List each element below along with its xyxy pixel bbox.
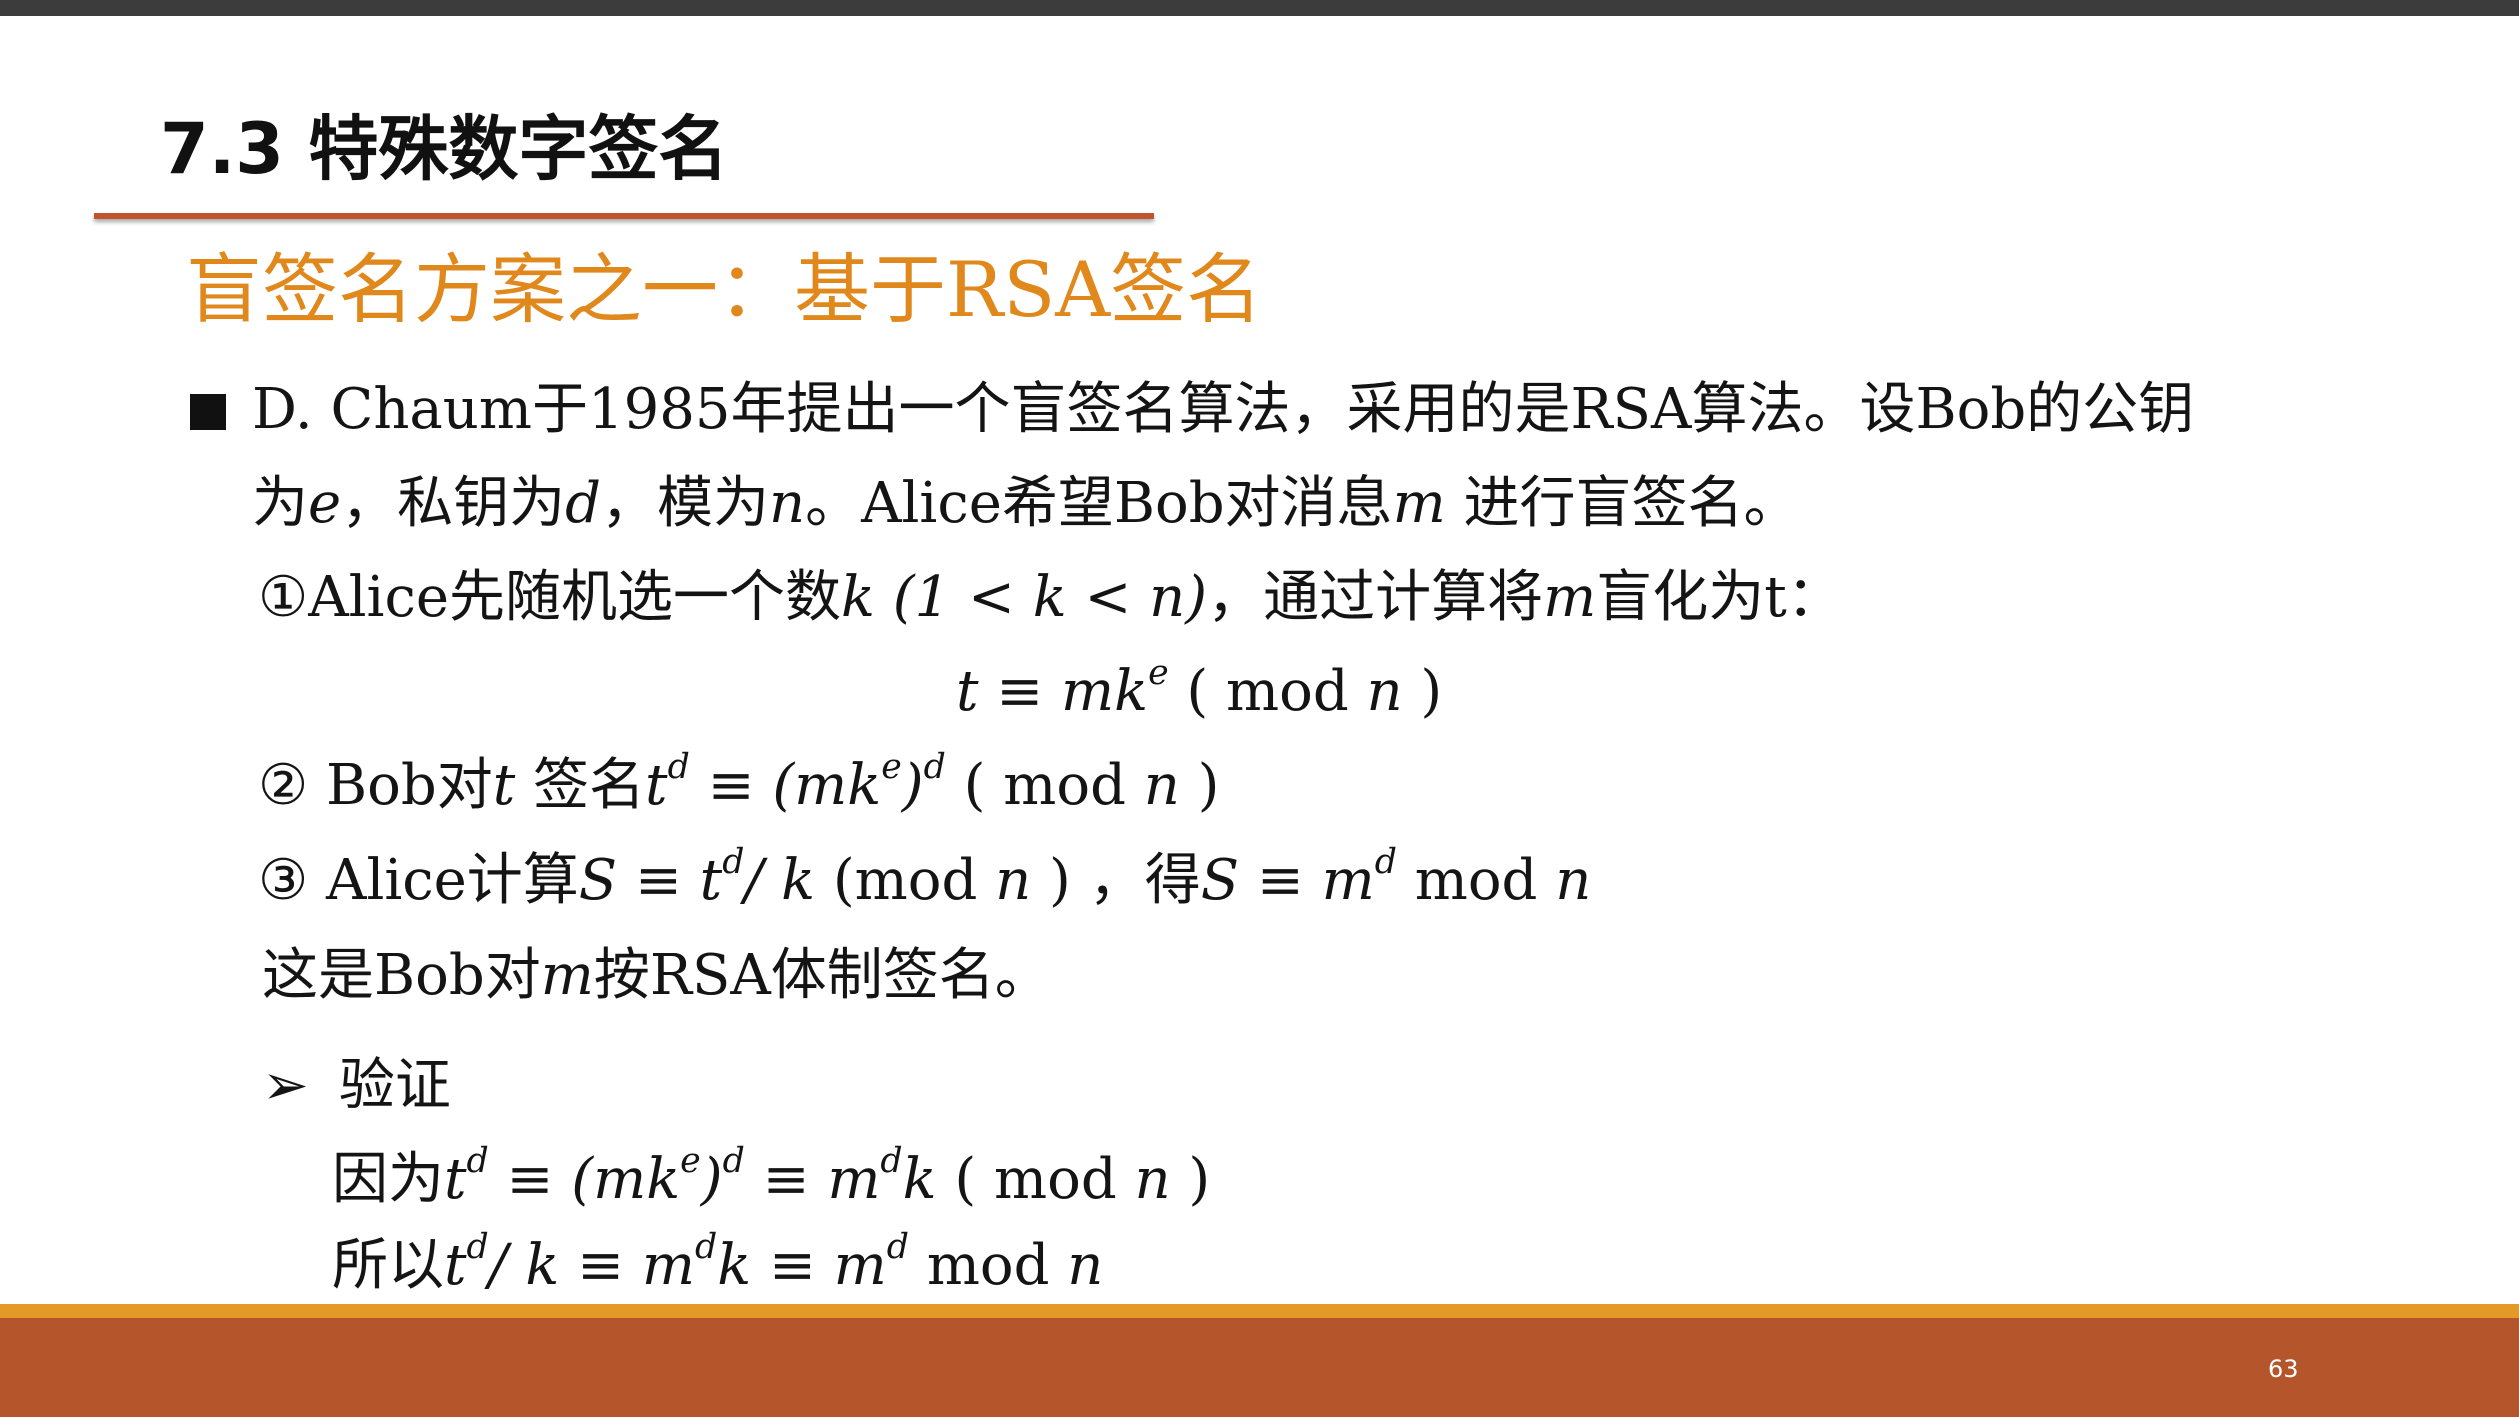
math-expression: td ≡ (mke)d ≡ mdk	[444, 1144, 937, 1212]
intro-text: ，模为	[601, 471, 769, 536]
intro-text: 为	[252, 471, 308, 536]
math-symbol: t	[492, 753, 516, 818]
math-symbol: k	[902, 1147, 937, 1212]
intro-line-1: D. Chaum于1985年提出一个盲签名算法，采用的是RSA算法。设Bob的公…	[252, 374, 2194, 446]
math-expression: S ≡ td/ k	[578, 845, 816, 913]
slide-heading: 盲签名方案之一：基于RSA签名	[186, 245, 1263, 334]
step-text: ，得	[1070, 848, 1201, 913]
exponent: d	[722, 841, 745, 882]
formula-lhs: t ≡ mk	[956, 659, 1149, 724]
math-symbol: k	[840, 565, 875, 630]
math-symbol: n	[1067, 1233, 1104, 1298]
math-symbol: m	[540, 943, 594, 1008]
exponent: d	[722, 1140, 745, 1181]
exponent: e	[881, 746, 902, 787]
intro-text: 。Alice希望Bob对消息	[805, 471, 1393, 536]
exponent: d	[886, 1226, 910, 1267]
verify-text: 所以	[332, 1233, 444, 1298]
math-symbol: e	[308, 471, 342, 536]
math-symbol: t	[645, 753, 668, 818]
arrow-bullet-icon: ➢	[262, 1053, 309, 1118]
formula-text: ( mod	[1168, 659, 1367, 724]
math-symbol: n	[1366, 659, 1403, 724]
math-expression: S ≡ md	[1200, 845, 1397, 913]
math-symbol: S	[578, 848, 618, 913]
step-text: ③ Alice计算	[258, 848, 579, 913]
math-expression: t ≡ mke	[956, 656, 1169, 724]
step-text: ( mod	[945, 753, 1144, 818]
conclusion-text: 这是Bob对	[262, 943, 541, 1008]
verify-text: )	[1170, 1147, 1211, 1212]
math-expression: / k	[744, 848, 816, 913]
verify-line-2: 所以td/ k ≡ mdk ≡ md mod n	[332, 1230, 1103, 1302]
conclusion-text: 按RSA体制签名。	[593, 943, 1051, 1008]
square-bullet-icon	[190, 394, 226, 430]
conclusion-line: 这是Bob对m按RSA体制签名。	[262, 940, 1051, 1012]
math-symbol: )	[901, 753, 924, 818]
math-symbol: n	[1134, 1147, 1171, 1212]
exponent: d	[466, 1140, 489, 1181]
math-expression: ≡ t	[617, 848, 723, 913]
math-symbol: m	[1543, 565, 1597, 630]
step-text: mod	[1396, 848, 1556, 913]
math-expression: td ≡ (mke)d	[645, 750, 946, 818]
math-expression: td/ k ≡ mdk ≡ md	[444, 1230, 909, 1298]
exponent: e	[1148, 652, 1169, 693]
math-symbol: n	[995, 848, 1032, 913]
intro-line-2: 为e，私钥为d，模为n。Alice希望Bob对消息m 进行盲签名。	[252, 468, 1799, 540]
step-text: (mod	[815, 848, 996, 913]
math-symbol: t	[444, 1147, 467, 1212]
verify-heading: ➢ 验证	[262, 1050, 451, 1122]
verify-line-1: 因为td ≡ (mke)d ≡ mdk ( mod n )	[332, 1144, 1210, 1216]
formula-blinding: t ≡ mke ( mod n )	[956, 656, 1442, 728]
math-symbol: n	[769, 471, 806, 536]
step-2-line: ② Bob对t 签名td ≡ (mke)d ( mod n )	[258, 750, 1220, 822]
page-number: 63	[2268, 1355, 2299, 1383]
math-symbol: t	[444, 1233, 467, 1298]
step-text: )	[1031, 848, 1071, 913]
intro-text-1: D. Chaum于1985年提出一个盲签名算法，采用的是RSA算法。设Bob的公…	[252, 377, 2195, 442]
section-title: 7.3 特殊数字签名	[160, 108, 729, 190]
math-expression: ≡ m	[744, 1147, 881, 1212]
math-symbol: k	[717, 1233, 752, 1298]
exponent: d	[694, 1226, 718, 1267]
math-symbol: )	[700, 1147, 723, 1212]
math-expression: (1 < k < n)	[874, 565, 1208, 630]
exponent: d	[923, 746, 946, 787]
intro-text: ，私钥为	[341, 471, 566, 536]
exponent: e	[680, 1140, 701, 1181]
math-symbol: S	[1200, 848, 1240, 913]
step-1-line: ①Alice先随机选一个数k (1 < k < n)，通过计算将m盲化为t：	[258, 562, 1843, 634]
exponent: d	[667, 746, 690, 787]
footer-accent-stripe	[0, 1304, 2519, 1318]
formula-text: )	[1402, 659, 1443, 724]
exponent: d	[1374, 841, 1397, 882]
step-text: ，通过计算将	[1207, 565, 1544, 630]
exponent: d	[466, 1226, 489, 1267]
step-text: )	[1179, 753, 1220, 818]
math-symbol: n	[1555, 848, 1592, 913]
step-text: 盲化为t：	[1596, 565, 1843, 630]
verify-label: 验证	[338, 1053, 451, 1118]
math-expression: ≡ m	[751, 1233, 887, 1298]
math-symbol: n	[1143, 753, 1180, 818]
math-symbol: d	[565, 471, 601, 536]
exponent: d	[880, 1140, 903, 1181]
math-expression: / k ≡ m	[488, 1233, 695, 1298]
verify-text: 因为	[332, 1147, 444, 1212]
math-expression: ≡ m	[1239, 848, 1375, 913]
math-symbol: m	[1392, 471, 1446, 536]
top-bar	[0, 0, 2519, 16]
verify-text: mod	[909, 1233, 1068, 1298]
math-expression: ≡ (mk	[689, 753, 882, 818]
step-text: ② Bob对	[258, 753, 493, 818]
footer-band	[0, 1318, 2519, 1417]
step-text: 签名	[515, 753, 646, 818]
math-expression: ≡ (mk	[488, 1147, 681, 1212]
title-underline	[94, 213, 1154, 219]
step-text: ①Alice先随机选一个数	[258, 565, 841, 630]
step-3-line: ③ Alice计算S ≡ td/ k (mod n ) ，得S ≡ md mod…	[258, 845, 1591, 917]
intro-text: 进行盲签名。	[1445, 471, 1800, 536]
verify-text: ( mod	[936, 1147, 1135, 1212]
